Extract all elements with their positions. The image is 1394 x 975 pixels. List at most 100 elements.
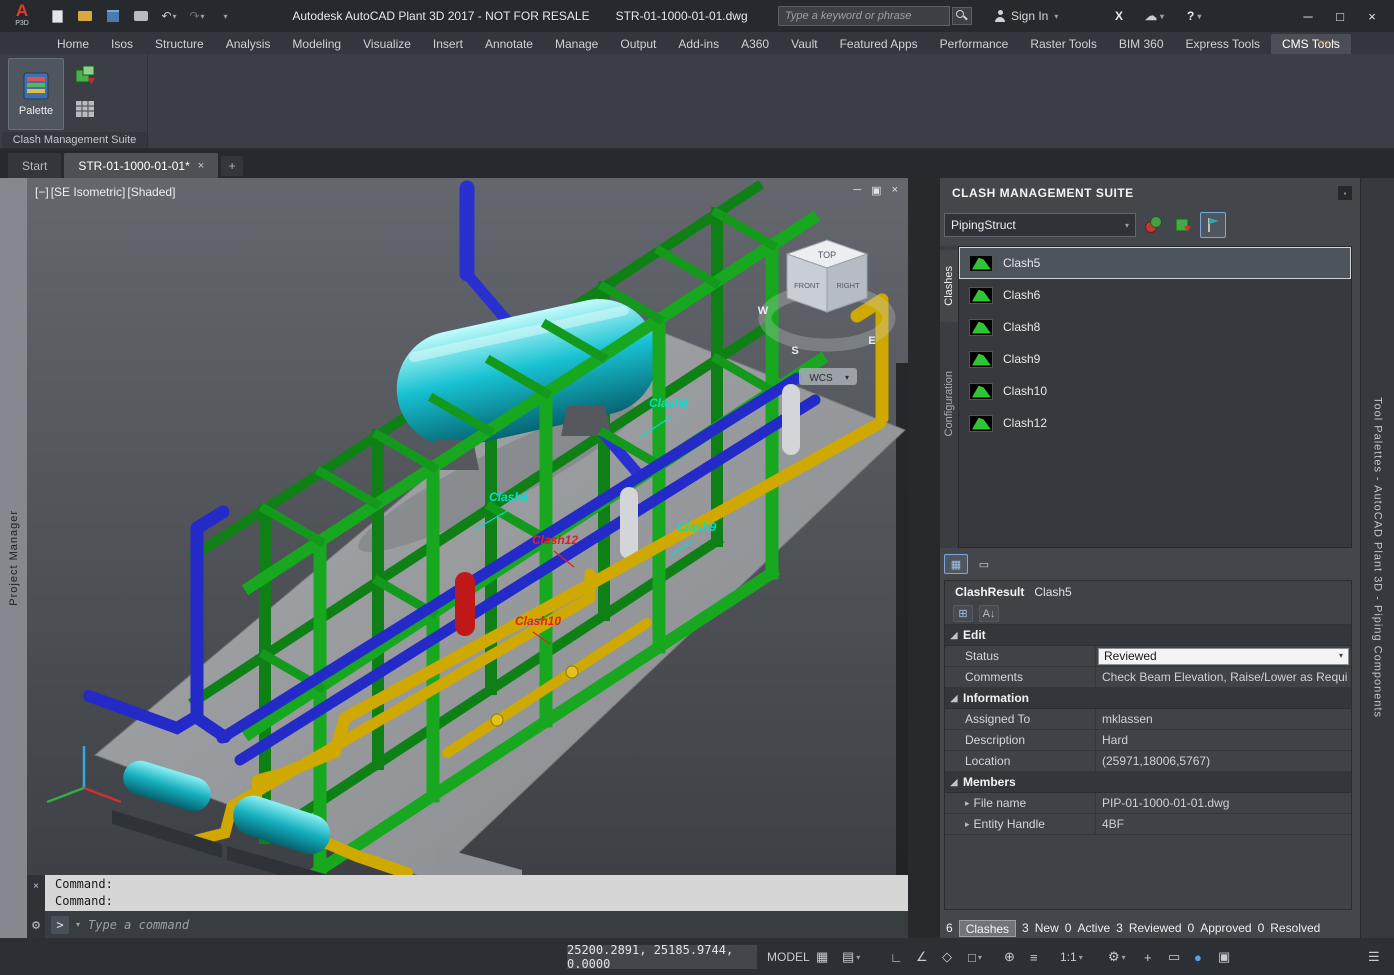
count-active-label[interactable]: Active (1077, 921, 1110, 935)
help-button[interactable]: ?▾ (1182, 5, 1206, 27)
ribbon-tab-featured-apps[interactable]: Featured Apps (829, 34, 929, 54)
compass-south[interactable]: S (791, 345, 798, 357)
file-name-value[interactable]: PIP-01-1000-01-01.dwg (1095, 793, 1351, 813)
ribbon-tab-a360[interactable]: A360 (730, 34, 780, 54)
palette-menu-icon[interactable]: ▪ (1338, 186, 1352, 200)
side-tab-configuration[interactable]: Configuration (940, 346, 958, 462)
viewport-minimize-button[interactable]: ─ (853, 184, 861, 197)
clash-list-item[interactable]: Clash6 (959, 279, 1351, 311)
ribbon-tab-annotate[interactable]: Annotate (474, 34, 544, 54)
command-input[interactable] (86, 917, 908, 933)
command-prompt-icon[interactable]: > (51, 916, 69, 934)
undo-button[interactable]: ↶▾ (158, 5, 180, 27)
isolate-objects-button[interactable]: + (1140, 945, 1156, 969)
ribbon-display-toggle[interactable]: ▭ ▾ (1318, 35, 1336, 49)
ortho-mode-button[interactable]: ∟ (886, 945, 907, 969)
ribbon-tab-vault[interactable]: Vault (780, 34, 828, 54)
compass-west[interactable]: W (758, 305, 769, 317)
valve-handwheel[interactable] (491, 714, 503, 726)
clash-list-item[interactable]: Clash12 (959, 407, 1351, 439)
open-file-button[interactable] (74, 5, 96, 27)
exchange-apps-button[interactable]: X (1110, 5, 1128, 27)
compass-east[interactable]: E (868, 335, 875, 347)
viewport-minimize-control[interactable]: [−] (35, 185, 49, 199)
chevron-down-icon[interactable]: ▾ (76, 920, 80, 929)
a360-button[interactable]: ☁▾ (1140, 5, 1169, 27)
isometric-drafting-button[interactable]: ◇ (938, 945, 956, 969)
file-tab-active[interactable]: STR-01-1000-01-01* × (64, 153, 218, 178)
model-canvas[interactable]: N W S E TOP FRONT RIGHT WCS ▾ (27, 178, 908, 875)
minimize-button[interactable]: ─ (1292, 0, 1324, 32)
search-input[interactable] (778, 6, 950, 26)
status-dropdown[interactable]: Reviewed ▾ (1098, 648, 1349, 665)
collapse-icon[interactable]: ◢ (945, 630, 963, 641)
ribbon-tab-cms-tools[interactable]: CMS Tools (1271, 34, 1351, 54)
clash-matrix-button[interactable] (70, 94, 100, 124)
ribbon-panel-title[interactable]: Clash Management Suite (2, 132, 147, 148)
ribbon-tab-isos[interactable]: Isos (100, 34, 144, 54)
flag-clash-button[interactable] (1200, 212, 1226, 238)
viewport-visual-style-control[interactable]: [Shaded] (127, 185, 175, 199)
clash-list-item[interactable]: Clash9 (959, 343, 1351, 375)
command-close-icon[interactable]: × (33, 881, 39, 892)
expand-icon[interactable]: ▸ (965, 814, 970, 834)
maximize-button[interactable]: □ (1324, 0, 1356, 32)
annotation-scale-button[interactable]: 1:1▾ (1056, 945, 1087, 969)
location-value[interactable]: (25971,18006,5767) (1095, 751, 1351, 771)
performance-indicator-icon[interactable]: ● (1190, 945, 1206, 969)
count-new-label[interactable]: New (1035, 921, 1059, 935)
categorized-icon[interactable]: ⊞ (953, 605, 973, 622)
qat-customize-button[interactable]: ▾ (214, 5, 236, 27)
ribbon-tab-modeling[interactable]: Modeling (281, 34, 352, 54)
clash-list-item[interactable]: Clash5 (959, 247, 1351, 279)
viewport-close-button[interactable]: × (892, 184, 898, 197)
export-clash-button[interactable] (70, 60, 100, 90)
plot-button[interactable] (130, 5, 152, 27)
model-space-button[interactable]: MODEL (763, 945, 814, 969)
viewport-view-control[interactable]: [SE Isometric] (51, 185, 126, 199)
sign-in-button[interactable]: Sign In ▾ (988, 5, 1064, 27)
ribbon-tab-addins[interactable]: Add-ins (667, 34, 730, 54)
ribbon-tab-manage[interactable]: Manage (544, 34, 609, 54)
ribbon-tab-express-tools[interactable]: Express Tools (1175, 34, 1271, 54)
command-history[interactable]: Command: Command: (45, 875, 908, 911)
ribbon-tab-home[interactable]: Home (46, 34, 100, 54)
command-customize-icon[interactable]: ⚙ (31, 919, 41, 932)
ribbon-tab-performance[interactable]: Performance (929, 34, 1020, 54)
count-resolved-label[interactable]: Resolved (1270, 921, 1320, 935)
close-tab-icon[interactable]: × (198, 160, 204, 172)
clashes-filter-chip[interactable]: Clashes (959, 920, 1016, 937)
lineweight-button[interactable]: ≡ (1026, 945, 1042, 969)
section-members[interactable]: ◢ Members (945, 772, 1351, 793)
ribbon-tab-structure[interactable]: Structure (144, 34, 215, 54)
count-reviewed-label[interactable]: Reviewed (1129, 921, 1182, 935)
snap-mode-button[interactable]: ▤▾ (838, 945, 864, 969)
section-edit[interactable]: ◢ Edit (945, 625, 1351, 646)
clash-test-dropdown[interactable]: PipingStruct ▾ (944, 213, 1136, 237)
palette-button[interactable]: Palette (8, 58, 64, 130)
close-button[interactable]: × (1356, 0, 1388, 32)
side-tab-clashes[interactable]: Clashes (940, 250, 958, 322)
file-tab-start[interactable]: Start (8, 153, 61, 178)
zoom-to-clash-button[interactable] (1170, 212, 1196, 238)
drawing-viewport[interactable]: N W S E TOP FRONT RIGHT WCS ▾ [−] [SE Is… (27, 178, 908, 875)
ribbon-tab-analysis[interactable]: Analysis (215, 34, 282, 54)
tool-palettes-strip[interactable]: Tool Palettes - AutoCAD Plant 3D - Pipin… (1360, 178, 1394, 938)
new-file-button[interactable] (46, 5, 68, 27)
count-approved-label[interactable]: Approved (1200, 921, 1251, 935)
dynamic-input-button[interactable]: ⊕ (1000, 945, 1019, 969)
ribbon-tab-raster-tools[interactable]: Raster Tools (1019, 34, 1107, 54)
object-snap-button[interactable]: □▾ (964, 945, 986, 969)
workspace-settings-button[interactable]: ⚙▾ (1104, 945, 1130, 969)
app-menu-button[interactable]: A P3D (5, 2, 39, 30)
description-value[interactable]: Hard (1095, 730, 1351, 750)
compact-view-button[interactable]: ▭ (972, 554, 996, 574)
project-manager-strip[interactable]: Project Manager (0, 178, 27, 938)
section-information[interactable]: ◢ Information (945, 688, 1351, 709)
clash-list-item[interactable]: Clash8 (959, 311, 1351, 343)
entity-handle-value[interactable]: 4BF (1095, 814, 1351, 834)
ribbon-tab-visualize[interactable]: Visualize (352, 34, 422, 54)
polar-tracking-button[interactable]: ∠ (912, 945, 932, 969)
ribbon-tab-insert[interactable]: Insert (422, 34, 474, 54)
customization-menu-button[interactable]: ☰ (1364, 945, 1384, 969)
